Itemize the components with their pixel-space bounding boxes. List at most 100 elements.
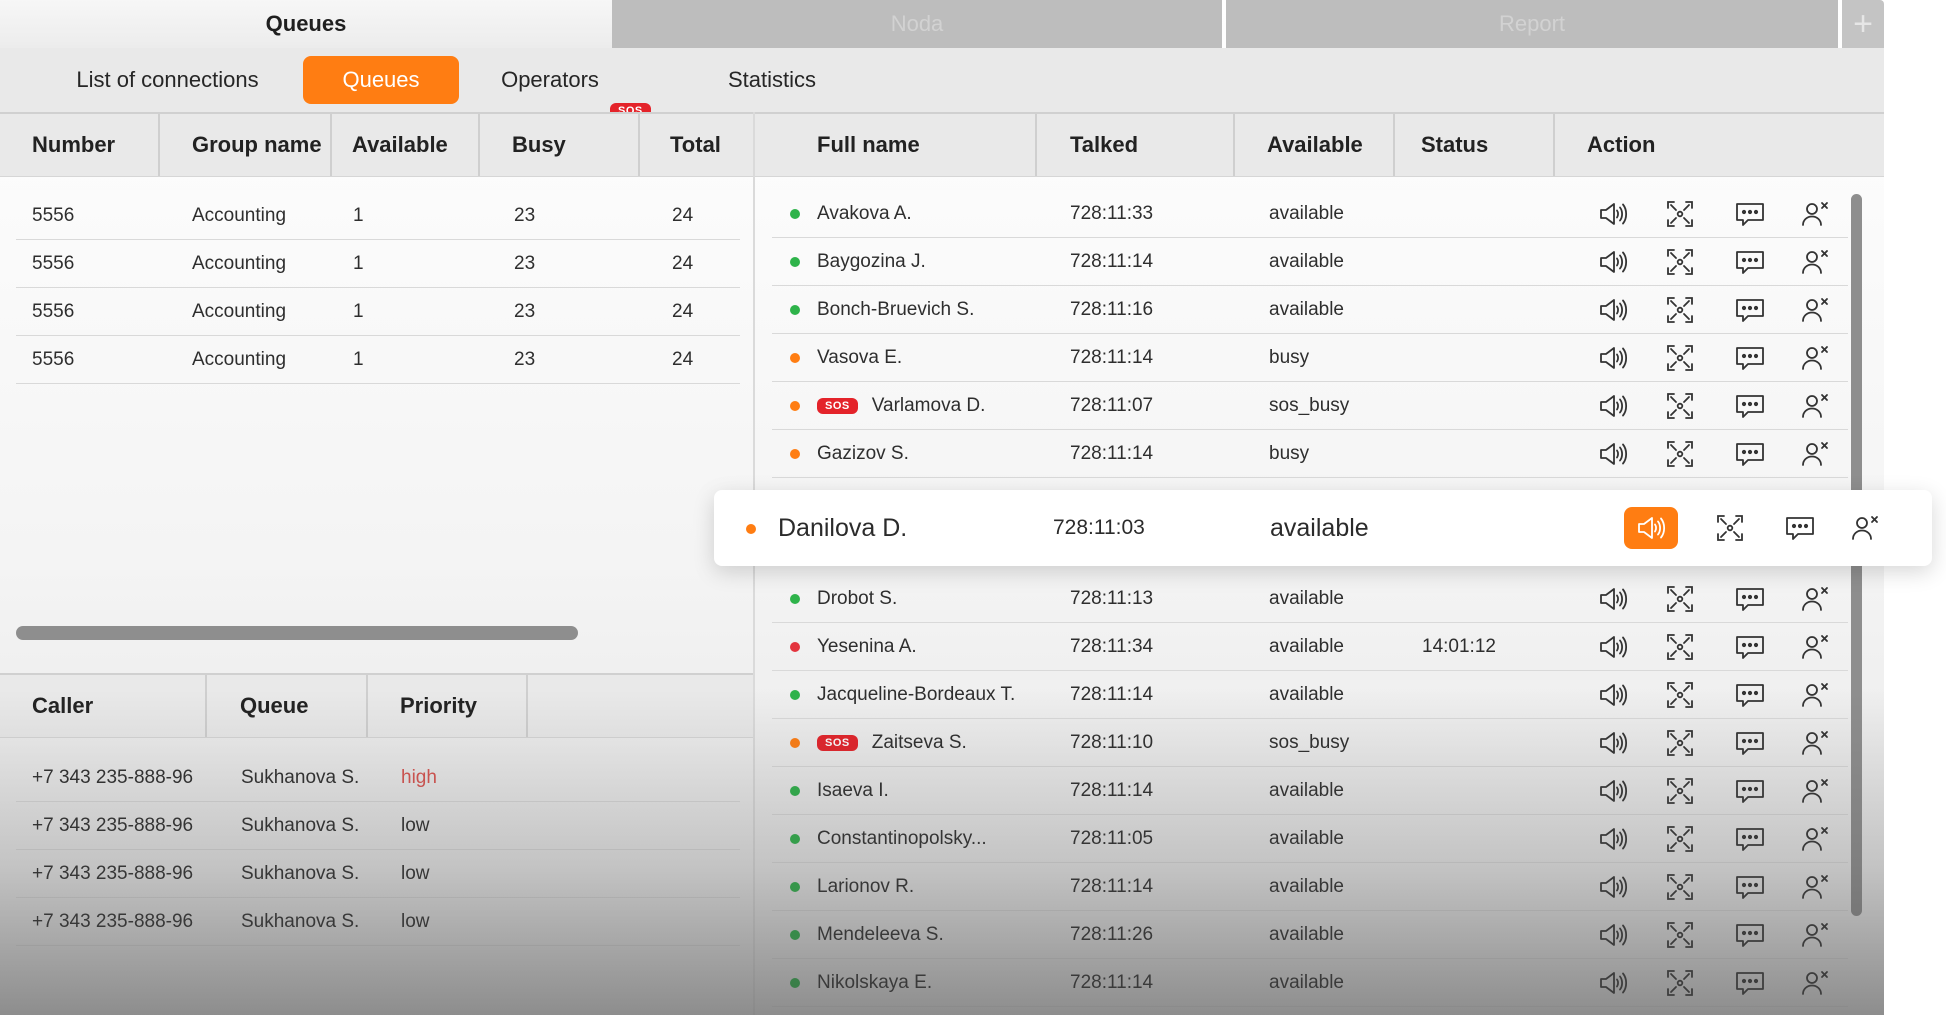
focus-button[interactable]: [1703, 507, 1757, 549]
table-row[interactable]: +7 343 235-888-96 Sukhanova S. high: [16, 754, 740, 802]
speaker-button[interactable]: [1595, 629, 1631, 665]
focus-button[interactable]: [1662, 388, 1698, 424]
col-talked[interactable]: Talked: [1037, 114, 1235, 176]
speaker-button[interactable]: [1595, 773, 1631, 809]
speaker-button[interactable]: [1595, 965, 1631, 1001]
table-row[interactable]: Drobot S. 728:11:13 available: [772, 575, 1848, 623]
chat-button[interactable]: [1732, 244, 1768, 280]
table-row[interactable]: Baygozina J. 728:11:14 available: [772, 238, 1848, 286]
table-row[interactable]: 5556 Accounting 1 23 24: [16, 192, 740, 240]
speaker-button[interactable]: [1595, 581, 1631, 617]
window-tab-noda[interactable]: Noda: [612, 0, 1222, 48]
chat-button[interactable]: [1773, 507, 1827, 549]
col-full-name[interactable]: Full name: [755, 114, 1037, 176]
tab-operators[interactable]: Operators: [485, 56, 615, 104]
chat-button[interactable]: [1732, 581, 1768, 617]
remove-user-button[interactable]: [1797, 917, 1833, 953]
speaker-button[interactable]: [1595, 677, 1631, 713]
focus-button[interactable]: [1662, 292, 1698, 328]
focus-button[interactable]: [1662, 244, 1698, 280]
speaker-button[interactable]: [1595, 917, 1631, 953]
table-row[interactable]: +7 343 235-888-96 Sukhanova S. low: [16, 898, 740, 946]
remove-user-button[interactable]: [1797, 436, 1833, 472]
table-row[interactable]: SOS Zaitseva S. 728:11:10 sos_busy: [772, 719, 1848, 767]
col-busy[interactable]: Busy: [480, 114, 640, 176]
chat-button[interactable]: [1732, 292, 1768, 328]
table-row[interactable]: Vasova E. 728:11:14 busy: [772, 334, 1848, 382]
table-row[interactable]: +7 343 235-888-96 Sukhanova S. low: [16, 802, 740, 850]
chat-button[interactable]: [1732, 917, 1768, 953]
window-tab-queues[interactable]: Queues: [0, 0, 612, 48]
remove-user-button[interactable]: [1797, 388, 1833, 424]
col-total[interactable]: Total: [640, 114, 753, 176]
chat-button[interactable]: [1732, 677, 1768, 713]
remove-user-button[interactable]: [1797, 629, 1833, 665]
remove-user-button[interactable]: [1797, 581, 1833, 617]
focus-button[interactable]: [1662, 581, 1698, 617]
col-available[interactable]: Available: [332, 114, 480, 176]
window-tab-report[interactable]: Report: [1226, 0, 1838, 48]
remove-user-button[interactable]: [1797, 244, 1833, 280]
remove-user-button[interactable]: [1797, 725, 1833, 761]
focus-button[interactable]: [1662, 773, 1698, 809]
chat-button[interactable]: [1732, 965, 1768, 1001]
highlighted-operator-row[interactable]: Danilova D. 728:11:03 available: [714, 490, 1932, 566]
table-row[interactable]: Mendeleeva S. 728:11:26 available: [772, 911, 1848, 959]
focus-button[interactable]: [1662, 677, 1698, 713]
chat-button[interactable]: [1732, 388, 1768, 424]
col-caller[interactable]: Caller: [0, 675, 207, 737]
speaker-button[interactable]: [1595, 388, 1631, 424]
speaker-button[interactable]: [1595, 821, 1631, 857]
focus-button[interactable]: [1662, 340, 1698, 376]
col-group-name[interactable]: Group name: [160, 114, 332, 176]
add-tab-button[interactable]: +: [1842, 0, 1884, 48]
chat-button[interactable]: [1732, 869, 1768, 905]
table-row[interactable]: 5556 Accounting 1 23 24: [16, 336, 740, 384]
table-row[interactable]: Bonch-Bruevich S. 728:11:16 available: [772, 286, 1848, 334]
table-row[interactable]: SOS Varlamova D. 728:11:07 sos_busy: [772, 382, 1848, 430]
remove-user-button[interactable]: [1797, 292, 1833, 328]
tab-statistics[interactable]: Statistics: [712, 56, 832, 104]
table-row[interactable]: 5556 Accounting 1 23 24: [16, 288, 740, 336]
tab-list-of-connections[interactable]: List of connections: [50, 56, 285, 104]
col-queue[interactable]: Queue: [207, 675, 368, 737]
chat-button[interactable]: [1732, 196, 1768, 232]
remove-user-button[interactable]: [1797, 773, 1833, 809]
speaker-button[interactable]: [1595, 436, 1631, 472]
table-row[interactable]: 5556 Accounting 1 23 24: [16, 240, 740, 288]
remove-user-button[interactable]: [1797, 869, 1833, 905]
remove-user-button[interactable]: [1797, 965, 1833, 1001]
table-row[interactable]: Gazizov S. 728:11:14 busy: [772, 430, 1848, 478]
tab-queues[interactable]: Queues: [303, 56, 459, 104]
speaker-button[interactable]: [1595, 869, 1631, 905]
speaker-button[interactable]: [1624, 507, 1678, 549]
focus-button[interactable]: [1662, 965, 1698, 1001]
table-row[interactable]: Larionov R. 728:11:14 available: [772, 863, 1848, 911]
col-number[interactable]: Number: [0, 114, 160, 176]
table-row[interactable]: Isaeva I. 728:11:14 available: [772, 767, 1848, 815]
focus-button[interactable]: [1662, 917, 1698, 953]
speaker-button[interactable]: [1595, 244, 1631, 280]
chat-button[interactable]: [1732, 629, 1768, 665]
focus-button[interactable]: [1662, 629, 1698, 665]
chat-button[interactable]: [1732, 821, 1768, 857]
col-status[interactable]: Status: [1395, 114, 1555, 176]
remove-user-button[interactable]: [1797, 340, 1833, 376]
remove-user-button[interactable]: [1797, 821, 1833, 857]
focus-button[interactable]: [1662, 725, 1698, 761]
speaker-button[interactable]: [1595, 725, 1631, 761]
chat-button[interactable]: [1732, 725, 1768, 761]
remove-user-button[interactable]: [1838, 507, 1892, 549]
remove-user-button[interactable]: [1797, 196, 1833, 232]
focus-button[interactable]: [1662, 869, 1698, 905]
table-row[interactable]: Avakova A. 728:11:33 available: [772, 190, 1848, 238]
speaker-button[interactable]: [1595, 340, 1631, 376]
table-row[interactable]: Nikolskaya E. 728:11:14 available: [772, 959, 1848, 1007]
focus-button[interactable]: [1662, 821, 1698, 857]
speaker-button[interactable]: [1595, 196, 1631, 232]
speaker-button[interactable]: [1595, 292, 1631, 328]
remove-user-button[interactable]: [1797, 677, 1833, 713]
chat-button[interactable]: [1732, 773, 1768, 809]
table-row[interactable]: +7 343 235-888-96 Sukhanova S. low: [16, 850, 740, 898]
col-op-available[interactable]: Available: [1235, 114, 1395, 176]
